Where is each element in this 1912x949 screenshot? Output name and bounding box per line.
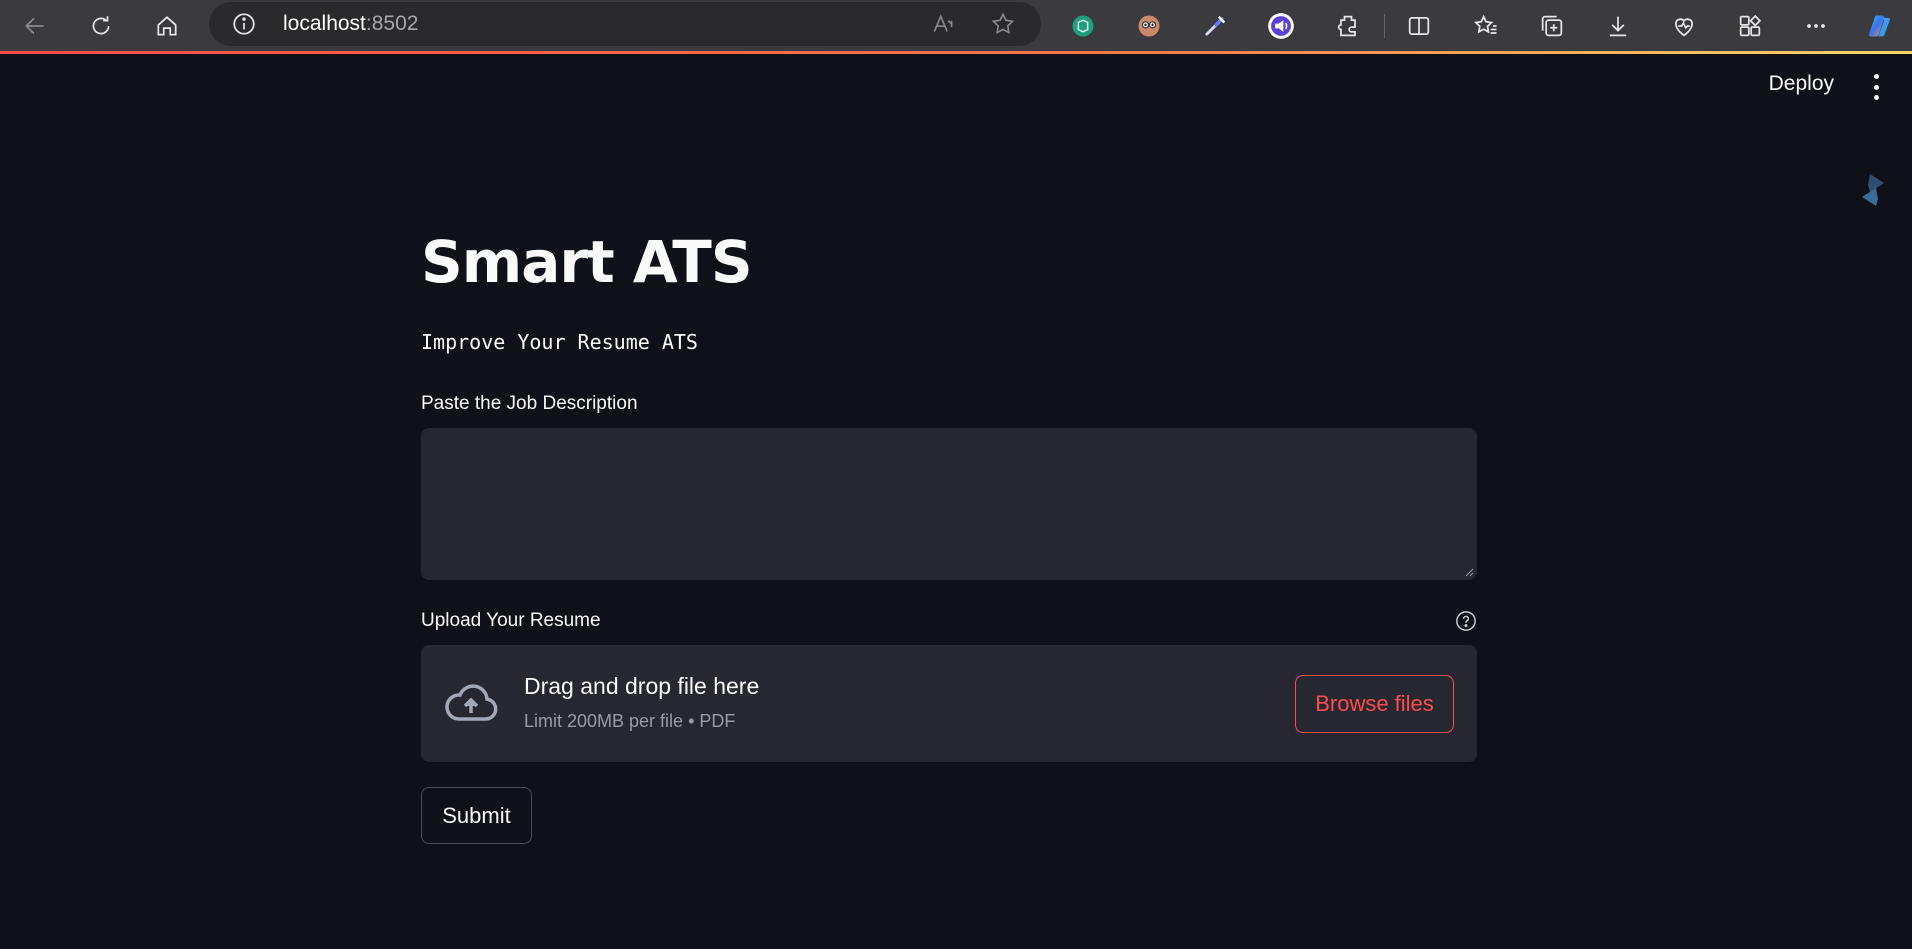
dropzone-title: Drag and drop file here	[524, 673, 760, 699]
apps-icon[interactable]	[1729, 5, 1771, 47]
page-subtitle: Improve Your Resume ATS	[421, 330, 698, 354]
refresh-icon	[92, 16, 110, 35]
streamlit-logo-icon	[1862, 174, 1884, 206]
dropzone-limit-text: Limit 200MB per file • PDF	[524, 711, 736, 731]
extensions-icon[interactable]	[1327, 5, 1369, 47]
menu-dot	[1873, 84, 1879, 90]
app-viewport: Deploy Smart ATS Improve Your Resume ATS…	[0, 54, 1912, 949]
split-screen-icon[interactable]	[1398, 5, 1440, 47]
address-bar[interactable]: localhost:8502	[209, 2, 1041, 46]
favorites-icon[interactable]	[1465, 5, 1507, 47]
refresh-button[interactable]	[79, 4, 123, 48]
home-button[interactable]	[145, 4, 189, 48]
job-description-input[interactable]	[421, 428, 1477, 580]
downloads-icon[interactable]	[1597, 5, 1639, 47]
browse-files-button[interactable]: Browse files	[1295, 675, 1454, 733]
menu-dot	[1873, 95, 1879, 100]
cloud-upload-icon	[445, 684, 498, 721]
url-port: :8502	[365, 12, 419, 35]
url-host: localhost	[283, 12, 366, 35]
browser-essentials-icon[interactable]	[1663, 5, 1705, 47]
favorite-star-icon[interactable]	[990, 11, 1016, 37]
upload-label: Upload Your Resume	[421, 610, 601, 631]
back-icon	[25, 17, 44, 35]
deploy-button[interactable]: Deploy	[1769, 72, 1834, 96]
main-menu-button[interactable]	[1866, 74, 1886, 100]
copilot-icon[interactable]	[1859, 5, 1901, 47]
read-aloud-icon[interactable]	[931, 11, 957, 37]
back-button[interactable]	[13, 4, 57, 48]
job-description-label: Paste the Job Description	[421, 393, 638, 414]
toolbar-divider	[1384, 14, 1385, 38]
audio-extension-icon[interactable]	[1260, 5, 1302, 47]
info-icon[interactable]	[231, 11, 257, 37]
more-icon[interactable]	[1795, 5, 1837, 47]
url-text[interactable]: localhost:8502	[283, 12, 418, 36]
help-icon[interactable]	[1455, 610, 1477, 632]
chatgpt-extension-icon[interactable]	[1062, 5, 1104, 47]
home-icon	[157, 16, 177, 36]
submit-button[interactable]: Submit	[421, 787, 532, 844]
menu-dot	[1873, 74, 1879, 79]
avatar-extension-icon[interactable]	[1128, 5, 1170, 47]
file-dropzone[interactable]: Drag and drop file here Limit 200MB per …	[421, 645, 1477, 762]
eyedropper-extension-icon[interactable]	[1194, 5, 1236, 47]
collections-icon[interactable]	[1531, 5, 1573, 47]
page-title: Smart ATS	[421, 228, 753, 296]
resize-grip-icon[interactable]	[1464, 567, 1474, 577]
browser-toolbar: localhost:8502	[0, 0, 1912, 51]
